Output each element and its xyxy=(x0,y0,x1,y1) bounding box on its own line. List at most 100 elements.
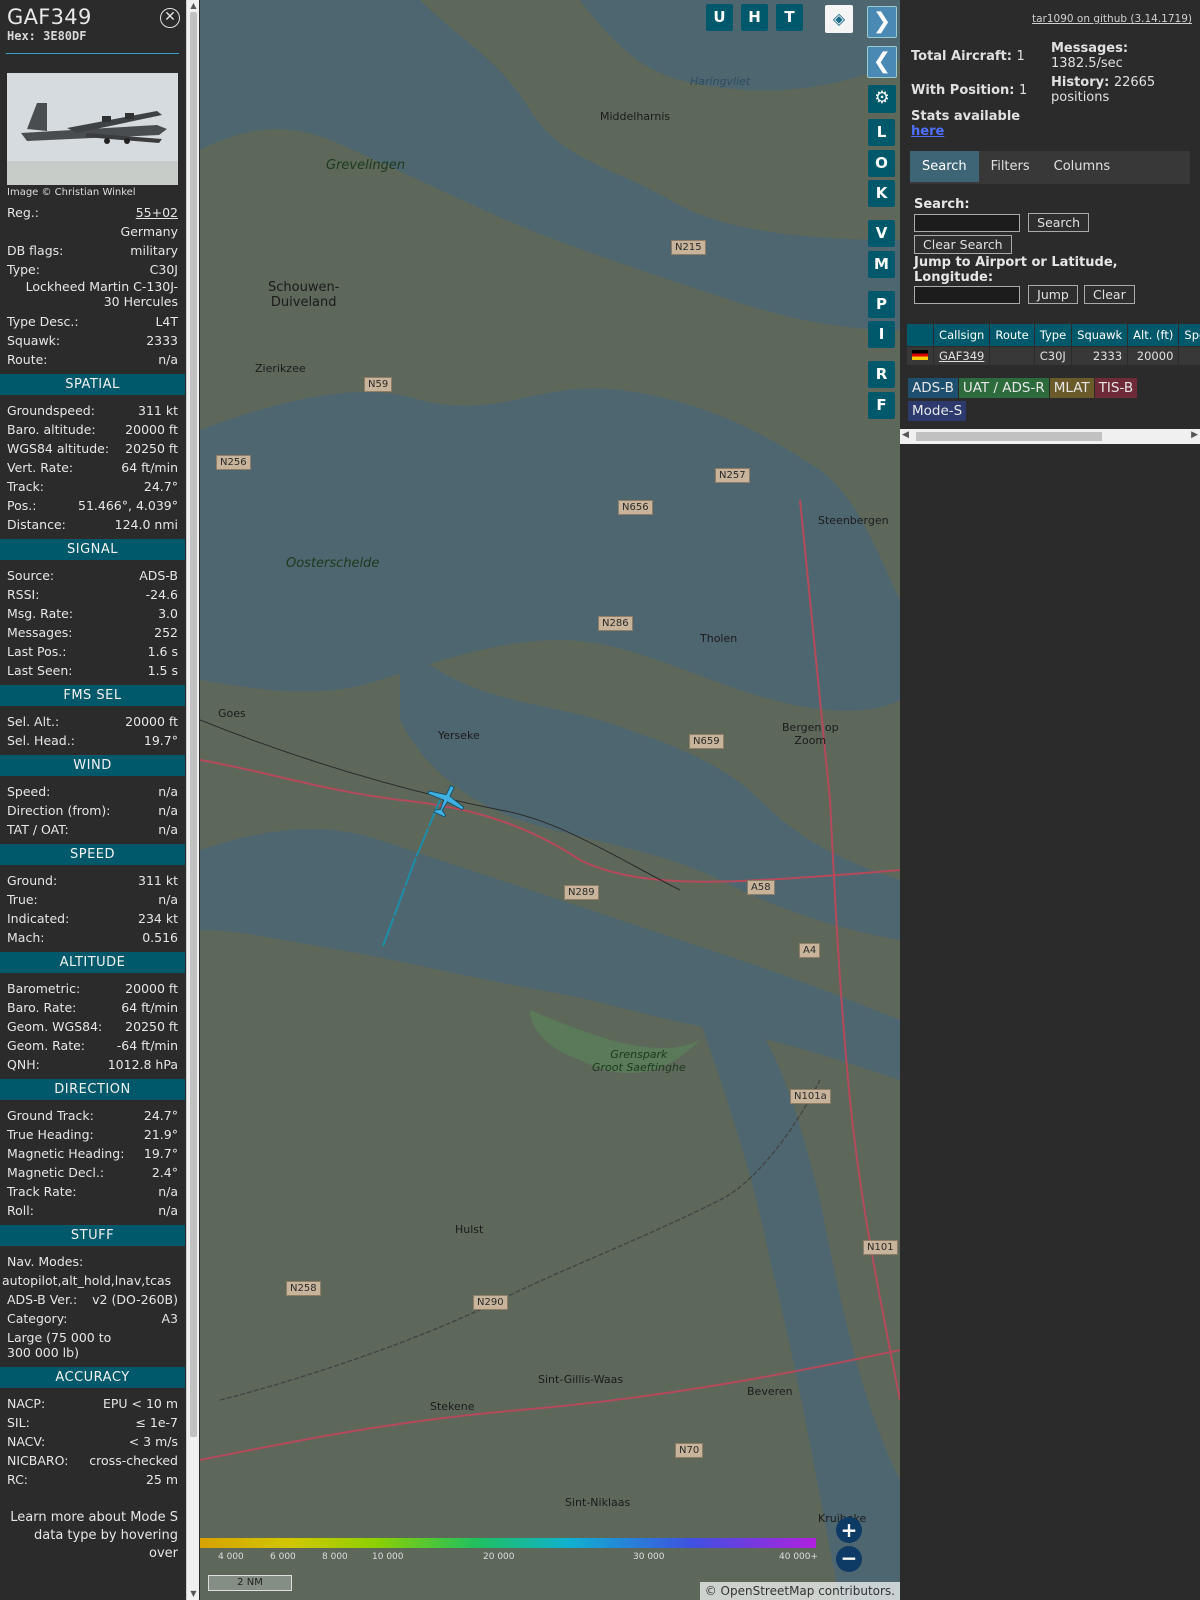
jump-row: Jump Clear xyxy=(914,285,1135,304)
registration-link[interactable]: 55+02 xyxy=(136,203,178,222)
road-label: N70 xyxy=(675,1443,704,1458)
detail-row: Vert. Rate: 64 ft/min xyxy=(0,458,185,477)
wind-rows: Speed: n/a Direction (from): n/a TAT / OAT: n… xyxy=(0,782,185,839)
row-callsign[interactable]: GAF349 xyxy=(934,347,990,365)
col-header-altitude[interactable]: Alt. (ft) xyxy=(1128,324,1179,346)
map-button-r[interactable]: R xyxy=(868,361,895,388)
map-button-m[interactable]: M xyxy=(868,251,895,278)
section-direction: DIRECTION xyxy=(0,1079,185,1100)
detail-key: Sel. Alt.: xyxy=(7,714,60,729)
col-header-flag[interactable] xyxy=(907,324,933,346)
table-horizontal-scrollbar[interactable]: ◀ ▶ xyxy=(900,429,1200,444)
scroll-right-icon[interactable]: ▶ xyxy=(1191,430,1198,440)
stats-available: Stats available here xyxy=(911,109,1021,139)
detail-row: Geom. Rate: -64 ft/min xyxy=(0,1036,185,1055)
stats-here-link[interactable]: here xyxy=(911,124,944,139)
detail-value: 234 kt xyxy=(138,911,178,926)
detail-row: Baro. Rate: 64 ft/min xyxy=(0,998,185,1017)
info-row-country: Germany xyxy=(120,224,178,239)
clear-search-button[interactable]: Clear Search xyxy=(914,235,1012,254)
tab-columns[interactable]: Columns xyxy=(1042,151,1123,182)
zoom-in-icon[interactable]: + xyxy=(836,1517,862,1543)
section-signal: SIGNAL xyxy=(0,539,185,560)
map-attribution: © OpenStreetMap contributors. xyxy=(699,1582,900,1600)
sidebar-scrollbar[interactable]: ▲ ▼ xyxy=(186,0,199,1600)
aircraft-photo[interactable] xyxy=(7,73,178,185)
detail-value: EPU < 10 m xyxy=(102,1396,178,1411)
map-button-u[interactable]: U xyxy=(706,4,733,31)
col-header-type[interactable]: Type xyxy=(1034,324,1072,346)
map-label: Stekene xyxy=(430,1400,475,1413)
aircraft-table-wrapper: Callsign Route Type Squawk Alt. (ft) Spd… xyxy=(906,323,1200,366)
accuracy-rows: NACP: EPU < 10 m SIL: ≤ 1e-7 NACV: < 3 m/s NIC… xyxy=(0,1394,185,1489)
map-button-t[interactable]: T xyxy=(776,4,803,31)
road-label: N286 xyxy=(598,616,633,631)
detail-key: Speed: xyxy=(7,784,51,799)
col-header-route[interactable]: Route xyxy=(990,324,1034,346)
detail-key: Roll: xyxy=(7,1203,34,1218)
settings-gear-icon[interactable]: ⚙ xyxy=(868,85,896,113)
aircraft-info-sidebar: GAF349 Hex: 3E80DF ✕ Image © Christian W… xyxy=(0,0,185,1600)
jump-button[interactable]: Jump xyxy=(1028,285,1078,304)
col-header-speed[interactable]: Spd. xyxy=(1179,324,1200,346)
col-header-squawk[interactable]: Squawk xyxy=(1072,324,1128,346)
clear-jump-button[interactable]: Clear xyxy=(1084,285,1135,304)
map-button-f[interactable]: F xyxy=(868,392,895,419)
table-header-row: Callsign Route Type Squawk Alt. (ft) Spd… xyxy=(907,324,1200,346)
detail-value: 20250 ft xyxy=(125,1019,178,1034)
jump-input[interactable] xyxy=(914,285,1020,304)
hscroll-thumb[interactable] xyxy=(916,432,1102,441)
tab-search[interactable]: Search xyxy=(910,151,979,182)
detail-value: 124.0 nmi xyxy=(114,517,178,532)
scrollbar-thumb[interactable] xyxy=(190,12,197,1437)
detail-value: n/a xyxy=(158,892,178,907)
map-button-o[interactable]: O xyxy=(868,150,895,177)
detail-value: 25 m xyxy=(145,1472,178,1487)
row-squawk: 2333 xyxy=(1072,347,1128,365)
detail-value: 24.7° xyxy=(143,479,178,494)
expand-right-icon[interactable]: ❯ xyxy=(867,6,897,38)
aircraft-table: Callsign Route Type Squawk Alt. (ft) Spd… xyxy=(906,323,1200,366)
type-fullname: Lockheed Martin C-130J-30 Hercules xyxy=(25,279,178,309)
col-header-callsign[interactable]: Callsign xyxy=(934,324,990,346)
scroll-left-icon[interactable]: ◀ xyxy=(902,430,909,440)
footer-help-text: Learn more about Mode S data type by hov… xyxy=(10,1510,178,1561)
close-icon[interactable]: ✕ xyxy=(160,8,180,28)
badge-mlat: MLAT xyxy=(1049,378,1094,398)
map-label: Schouwen- Duiveland xyxy=(268,280,340,310)
github-link[interactable]: tar1090 on github (3.14.1719) xyxy=(1032,13,1192,25)
badge-modes: Mode-S xyxy=(908,401,967,421)
panel-tabs: Search Filters Columns xyxy=(910,151,1190,184)
table-row[interactable]: GAF349 C30J 2333 20000 xyxy=(907,347,1200,365)
spatial-rows: Groundspeed: 311 kt Baro. altitude: 20000 f… xyxy=(0,401,185,534)
scroll-down-icon[interactable]: ▼ xyxy=(189,1589,198,1599)
with-position-stat: With Position: 1 xyxy=(911,83,1028,98)
search-input[interactable] xyxy=(914,213,1020,232)
category-description: Large (75 000 to 300 000 lb) xyxy=(7,1330,112,1360)
altitude-rows: Barometric: 20000 ft Baro. Rate: 64 ft/min G… xyxy=(0,979,185,1074)
map-button-h[interactable]: H xyxy=(741,4,768,31)
map-view[interactable]: Haringvliet Middelharnis Grevelingen Sch… xyxy=(200,0,900,1600)
map-button-p[interactable]: P xyxy=(868,291,895,318)
zoom-out-icon[interactable]: − xyxy=(836,1546,862,1572)
altitude-color-scale xyxy=(200,1538,816,1548)
detail-row: Ground Track: 24.7° xyxy=(0,1106,185,1125)
layers-icon[interactable]: ◈ xyxy=(825,5,853,33)
map-button-l[interactable]: L xyxy=(868,119,895,146)
detail-row: SIL: ≤ 1e-7 xyxy=(0,1413,185,1432)
messages-stat: Messages: 1382.5/sec xyxy=(1051,41,1129,71)
collapse-left-icon[interactable]: ❮ xyxy=(867,46,897,78)
detail-row: Sel. Alt.: 20000 ft xyxy=(0,712,185,731)
map-button-k[interactable]: K xyxy=(868,180,895,207)
map-button-i[interactable]: I xyxy=(868,321,895,348)
tab-filters[interactable]: Filters xyxy=(979,151,1042,182)
detail-value: 20250 ft xyxy=(125,441,178,456)
scroll-up-icon[interactable]: ▲ xyxy=(189,1,198,11)
detail-row: Distance: 124.0 nmi xyxy=(0,515,185,534)
detail-key: Msg. Rate: xyxy=(7,606,74,621)
search-button[interactable]: Search xyxy=(1028,213,1090,232)
detail-key: Magnetic Decl.: xyxy=(7,1165,105,1180)
info-row-route: Route: n/a xyxy=(7,352,178,367)
detail-value: 1012.8 hPa xyxy=(107,1057,178,1072)
map-button-v[interactable]: V xyxy=(868,220,895,247)
